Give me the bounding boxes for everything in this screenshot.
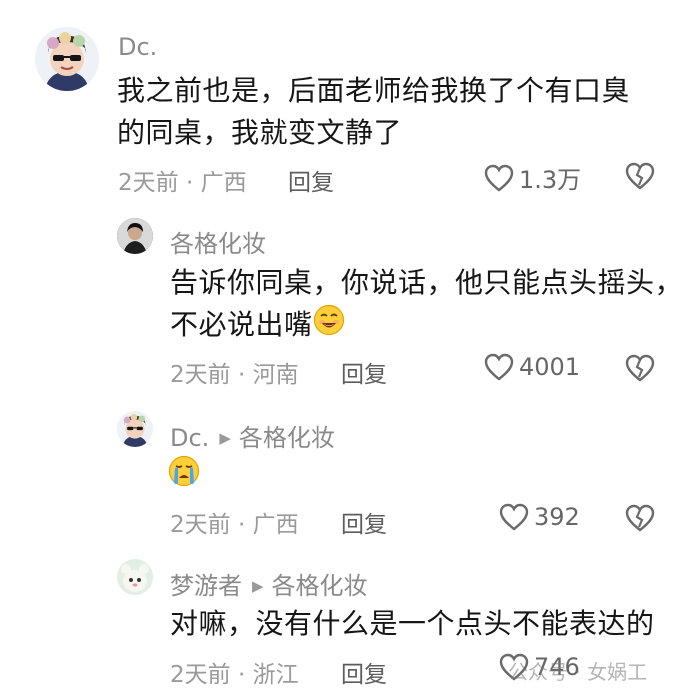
comment-text-line: 对嘛，没有什么是一个点头不能表达的 [170, 607, 655, 640]
like-button[interactable]: 4001 [483, 352, 580, 382]
like-button[interactable]: 392 [498, 502, 580, 532]
dislike-button[interactable] [624, 161, 656, 195]
comment-author[interactable]: 各格化妆 [170, 224, 266, 259]
avatar-gege[interactable] [117, 218, 153, 254]
avatar-gege-illustration [117, 218, 153, 254]
broken-heart-icon [625, 354, 655, 382]
reply-arrow-icon: ▶ [219, 429, 231, 447]
reply-button[interactable]: 回复 [341, 355, 387, 389]
comment-author[interactable]: Dc. [170, 424, 209, 452]
comment-author-line: Dc. ▶ 各格化妆 [170, 418, 335, 453]
dislike-button[interactable] [624, 353, 656, 387]
avatar-dc-illustration [35, 27, 99, 91]
reply-to-author[interactable]: 各格化妆 [272, 572, 368, 600]
comment-meta: 2天前 · 广西 [118, 170, 247, 196]
comment-text-line: 告诉你同桌，你说话，他只能点头摇头， [170, 266, 684, 299]
comment-author[interactable]: Dc. [118, 33, 157, 61]
comment-text-segment: 不必说出嘴 [170, 308, 313, 341]
comment-text-line: 不必说出嘴 [170, 304, 685, 348]
reply-arrow-icon: ▶ [252, 577, 264, 595]
like-count: 4001 [519, 353, 581, 381]
dislike-button[interactable] [624, 503, 656, 537]
comment-text-line: 的同桌，我就变文静了 [117, 116, 403, 149]
comment-text-line: 我之前也是，后面老师给我换了个有口臭 [117, 74, 631, 107]
crying-emoji [168, 455, 200, 491]
avatar-dc[interactable] [35, 27, 99, 91]
reply-button[interactable]: 回复 [341, 655, 387, 689]
avatar-mengyouzhe-illustration [117, 559, 153, 595]
avatar-dc-small[interactable] [117, 411, 153, 447]
reply-button[interactable]: 回复 [288, 163, 334, 197]
reply-to-author[interactable]: 各格化妆 [239, 424, 335, 452]
comment-text: 我之前也是，后面老师给我换了个有口臭 的同桌，我就变文静了 [117, 70, 677, 154]
like-count: 1.3万 [519, 166, 582, 194]
avatar-dc-illustration [117, 411, 153, 447]
comment-text: 对嘛，没有什么是一个点头不能表达的 [170, 603, 685, 645]
heart-outline-icon [499, 503, 529, 531]
avatar-mengyouzhe[interactable] [117, 559, 153, 595]
heart-outline-icon [484, 353, 514, 381]
comment-text: 告诉你同桌，你说话，他只能点头摇头， 不必说出嘴 [170, 262, 685, 348]
comment-meta: 2天前 · 河南 [170, 362, 299, 388]
grinning-emoji [313, 304, 345, 348]
watermark-text: 公众号 · 女娲工 [508, 660, 648, 684]
comment-author[interactable]: 梦游者 [170, 572, 242, 600]
broken-heart-icon [625, 162, 655, 190]
like-button[interactable]: 1.3万 [483, 160, 581, 195]
heart-outline-icon [484, 164, 514, 192]
comment-meta: 2天前 · 浙江 [170, 662, 299, 688]
reply-button[interactable]: 回复 [341, 505, 387, 539]
comment-meta: 2天前 · 广西 [170, 512, 299, 538]
broken-heart-icon [625, 504, 655, 532]
like-count: 392 [534, 503, 580, 531]
comment-author-line: 梦游者 ▶ 各格化妆 [170, 566, 368, 601]
